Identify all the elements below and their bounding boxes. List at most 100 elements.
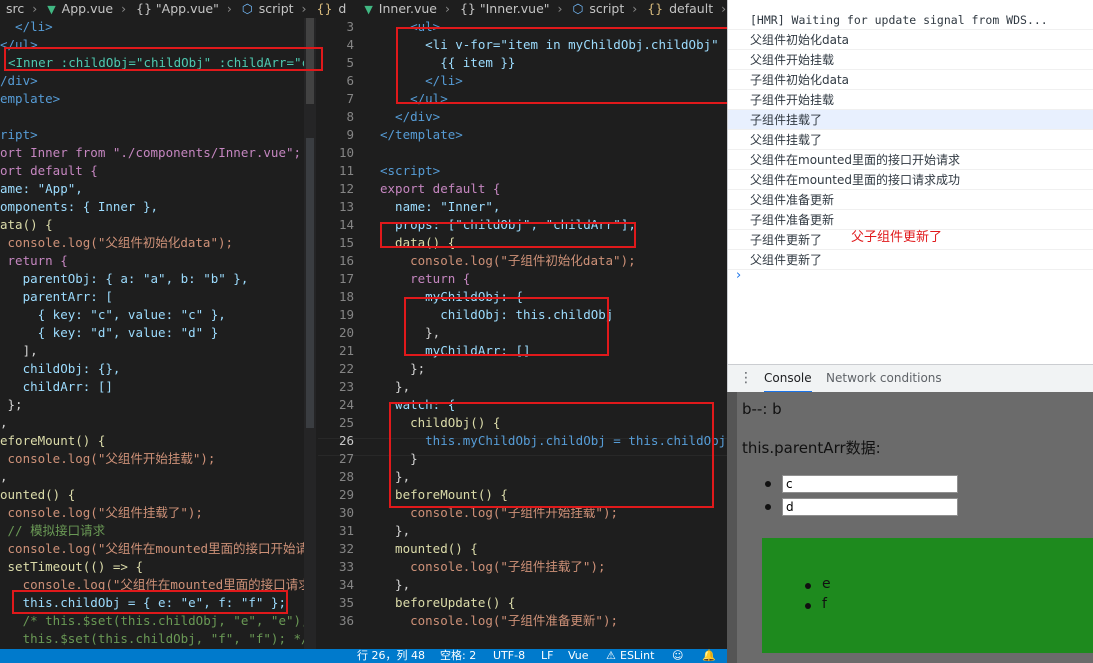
line-number: 13 [338, 199, 354, 214]
line-number-current: 26 [338, 433, 354, 448]
code-line: </div> [380, 109, 441, 124]
code-line: return { [380, 271, 471, 286]
devtools-console-panel[interactable]: [HMR] Waiting for update signal from WDS… [727, 0, 1093, 393]
code-line: omponents: { Inner }, [0, 199, 159, 214]
status-indentation[interactable]: 空格: 2 [440, 649, 476, 663]
editor-scrollbar[interactable] [304, 18, 316, 649]
line-number: 17 [338, 271, 354, 286]
feedback-icon[interactable]: ☺ [672, 649, 683, 663]
status-eslint[interactable]: ESLint [620, 649, 654, 663]
line-number: 36 [338, 613, 354, 628]
code-line: ata() { [0, 217, 53, 232]
line-number: 22 [338, 361, 354, 376]
bullet-icon [805, 583, 811, 589]
tab-console[interactable]: Console [764, 365, 812, 393]
code-line: <script> [380, 163, 441, 178]
code-line: console.log("父组件开始挂载"); [0, 451, 216, 466]
breadcrumb-inner-object[interactable]: {} "Inner.vue" [460, 0, 550, 18]
status-language[interactable]: Vue [568, 649, 589, 663]
code-line: { key: "d", value: "d" } [0, 325, 219, 340]
line-number: 24 [338, 397, 354, 412]
code-line: </template> [380, 127, 463, 142]
highlight-mychildobj [404, 297, 609, 356]
code-line: beforeUpdate() { [380, 595, 516, 610]
highlight-props [380, 222, 636, 248]
code-line: { key: "c", value: "c" }, [0, 307, 226, 322]
preview-input-d[interactable]: d [782, 498, 958, 516]
highlight-childobj-assign [12, 590, 288, 614]
chevron-right-icon: › [557, 1, 563, 16]
chevron-right-icon: › [301, 1, 307, 16]
line-number: 27 [338, 451, 354, 466]
line-number: 15 [338, 235, 354, 250]
code-line: }, [380, 379, 411, 394]
kebab-menu-icon[interactable]: ⋮ [739, 370, 753, 386]
status-encoding[interactable]: UTF-8 [493, 649, 525, 663]
preview-divider [727, 392, 737, 663]
line-number: 21 [338, 343, 354, 358]
console-message: 父组件初始化data [728, 30, 1093, 50]
code-line: console.log("父组件初始化data"); [0, 235, 234, 250]
code-line: parentObj: { a: "a", b: "b" }, [0, 271, 249, 286]
object-icon: {} [316, 1, 333, 16]
line-number: 3 [346, 19, 354, 34]
line-number: 5 [346, 55, 354, 70]
chevron-right-icon: › [632, 1, 638, 16]
code-line: childArr: [] [0, 379, 113, 394]
console-message: 父组件准备更新 [728, 190, 1093, 210]
line-number: 19 [338, 307, 354, 322]
code-line: , [0, 469, 8, 484]
warning-icon: ⚠ [606, 649, 616, 662]
status-eol[interactable]: LF [541, 649, 553, 663]
page-preview: b--: b this.parentArr数据: c d e f [737, 392, 1093, 663]
breadcrumb-app-object[interactable]: {} "App.vue" [136, 0, 219, 18]
highlight-watch [389, 402, 714, 508]
code-line: setTimeout(() => { [0, 559, 143, 574]
preview-heading: this.parentArr数据: [742, 439, 881, 457]
breadcrumb-app-vue[interactable]: App.vue [62, 0, 113, 18]
breadcrumb-app-default[interactable]: d [338, 0, 346, 18]
code-line: export default { [380, 181, 501, 196]
console-message: [HMR] Waiting for update signal from WDS… [728, 10, 1093, 30]
code-line: ounted() { [0, 487, 76, 502]
bell-icon[interactable]: 🔔 [702, 649, 716, 663]
breadcrumb-app-script[interactable]: script [259, 0, 294, 18]
vue-file-icon: ▼ [364, 3, 373, 16]
breadcrumb-inner-vue[interactable]: Inner.vue [379, 0, 437, 18]
line-number: 31 [338, 523, 354, 538]
code-line: </li> [0, 19, 53, 34]
code-line: console.log("子组件初始化data"); [380, 253, 636, 268]
console-message: 父组件开始挂载 [728, 50, 1093, 70]
tab-network-conditions[interactable]: Network conditions [826, 365, 942, 393]
console-message: 子组件挂载了 [728, 110, 1093, 130]
breadcrumb: src › ▼ App.vue › {} "App.vue" › ⬡ scrip… [0, 0, 727, 18]
code-line: }, [380, 577, 411, 592]
module-icon: ⬡ [572, 1, 584, 16]
preview-input-c[interactable]: c [782, 475, 958, 493]
chevron-right-icon: › [32, 1, 38, 16]
bullet-icon [805, 603, 811, 609]
child-list-item: f [822, 596, 827, 612]
breadcrumb-inner-default[interactable]: default [669, 0, 713, 18]
line-number: 8 [346, 109, 354, 124]
code-line: /div> [0, 73, 38, 88]
module-icon: ⬡ [241, 1, 253, 16]
code-line: console.log("子组件挂载了"); [380, 559, 606, 574]
breadcrumb-inner-script[interactable]: script [589, 0, 624, 18]
console-message: 子组件初始化data [728, 70, 1093, 90]
highlight-template-ul [396, 27, 729, 104]
line-number: 7 [346, 91, 354, 106]
code-line: this.$set(this.childObj, "f", "f"); */ [0, 631, 304, 646]
scrollbar-track-marker [306, 138, 314, 428]
line-number: 25 [338, 415, 354, 430]
console-prompt[interactable]: › [736, 268, 741, 283]
line-number: 34 [338, 577, 354, 592]
vue-file-icon: ▼ [47, 3, 56, 16]
code-line: name: "Inner", [380, 199, 501, 214]
editor-app-vue[interactable]: </li> </ul> <Inner :childObj="childObj" … [0, 18, 304, 649]
line-number: 12 [338, 181, 354, 196]
console-message: 父组件更新了 [728, 250, 1093, 270]
highlight-inner-tag [4, 47, 323, 71]
breadcrumb-src[interactable]: src [6, 0, 24, 18]
status-cursor-position[interactable]: 行 26，列 48 [357, 649, 425, 663]
